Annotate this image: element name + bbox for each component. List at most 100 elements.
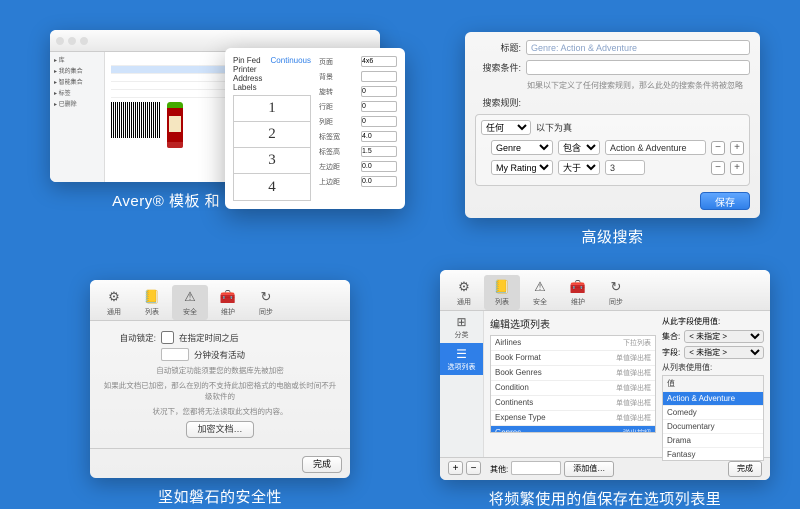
- field-select[interactable]: < 未指定 >: [684, 346, 764, 359]
- field-type: 单值弹出框: [616, 383, 651, 393]
- field-type: 下拉列表: [623, 338, 651, 348]
- rule-op-select[interactable]: 大于: [558, 160, 600, 175]
- label-cell: 4: [234, 174, 310, 200]
- value-row[interactable]: Fantasy: [663, 448, 763, 462]
- autolock-minutes-label: 分钟没有活动: [194, 349, 245, 361]
- popover-title: Pin Fed Printer Address Labels: [233, 56, 271, 92]
- popover-mode[interactable]: Continuous: [271, 56, 311, 92]
- field-name: Continents: [495, 398, 533, 408]
- subnav-选项列表[interactable]: ☰选项列表: [440, 343, 483, 375]
- tab-label: 通用: [107, 307, 121, 317]
- search-title-field[interactable]: Genre: Action & Adventure: [526, 40, 750, 55]
- field-name: Book Genres: [495, 368, 542, 378]
- value-row[interactable]: Comedy: [663, 406, 763, 420]
- value-row[interactable]: Drama: [663, 434, 763, 448]
- prefs-tab-列表[interactable]: 📒列表: [484, 275, 520, 310]
- field-row[interactable]: Book Format单值弹出框: [491, 351, 655, 366]
- tab-label: 安全: [533, 297, 547, 307]
- field-row[interactable]: Expense Type单值弹出框: [491, 411, 655, 426]
- done-button[interactable]: 完成: [302, 456, 342, 473]
- autolock-checkbox[interactable]: [161, 331, 174, 344]
- rule-op-select[interactable]: 包含: [558, 140, 600, 155]
- tab-icon: 🧰: [569, 278, 587, 296]
- value-row[interactable]: Action & Adventure: [663, 392, 763, 406]
- prop-input[interactable]: [361, 161, 397, 172]
- prop-label: 标签高: [319, 147, 340, 157]
- other-field[interactable]: [511, 461, 561, 475]
- prefs-tab-维护[interactable]: 🧰维护: [210, 285, 246, 320]
- prefs-tab-安全[interactable]: ⚠安全: [172, 285, 208, 320]
- prop-label: 标签宽: [319, 132, 340, 142]
- field-name: Genres: [495, 428, 521, 433]
- label-sheet-preview: 1 2 3 4: [233, 95, 311, 201]
- remove-rule-button[interactable]: −: [711, 141, 725, 155]
- field-row[interactable]: Genres 弹出按钮: [491, 426, 655, 433]
- tab-icon: 📒: [143, 288, 161, 306]
- field-row[interactable]: Continents单值弹出框: [491, 396, 655, 411]
- caption: 坚如磐石的安全性: [90, 486, 350, 507]
- rule-value-field[interactable]: Action & Adventure: [605, 140, 706, 155]
- tab-icon: ↻: [257, 288, 275, 306]
- tab-icon: ⚠: [181, 288, 199, 306]
- field-type: 单值弹出框: [616, 413, 651, 423]
- tab-icon: ⚙: [455, 278, 473, 296]
- title-label: 标题:: [475, 41, 521, 54]
- prop-input[interactable]: [361, 71, 397, 82]
- rule-value-field[interactable]: 3: [605, 160, 645, 175]
- match-suffix: 以下为真: [536, 121, 572, 134]
- prefs-tab-安全[interactable]: ⚠安全: [522, 275, 558, 310]
- prefs-tab-同步[interactable]: ↻同步: [248, 285, 284, 320]
- autolock-minutes-field[interactable]: [161, 348, 189, 361]
- conditions-hint: 如果以下定义了任何搜索规则，那么此处的搜索条件将被忽略: [527, 80, 750, 91]
- remove-rule-button[interactable]: −: [711, 161, 725, 175]
- prop-input[interactable]: [361, 116, 397, 127]
- collection-label: 集合:: [662, 331, 680, 342]
- add-value-button[interactable]: 添加值…: [564, 461, 614, 477]
- add-rule-button[interactable]: +: [730, 161, 744, 175]
- field-type: 弹出按钮: [623, 428, 651, 433]
- prop-input[interactable]: [361, 101, 397, 112]
- prop-input[interactable]: [361, 146, 397, 157]
- subnav-分类[interactable]: ⊞分类: [440, 311, 483, 343]
- prop-label: 页面: [319, 57, 333, 67]
- autolock-hint: 自动锁定功能须要您的数据库先被加密: [102, 365, 338, 376]
- collection-select[interactable]: < 未指定 >: [684, 330, 764, 343]
- label-cell: 2: [234, 122, 310, 148]
- match-scope-select[interactable]: 任何: [481, 120, 531, 135]
- search-conditions-field[interactable]: [526, 60, 750, 75]
- rule-field-select[interactable]: Genre: [491, 140, 553, 155]
- add-rule-button[interactable]: +: [730, 141, 744, 155]
- field-row[interactable]: Condition单值弹出框: [491, 381, 655, 396]
- tab-icon: 📒: [493, 278, 511, 296]
- prefs-tab-通用[interactable]: ⚙通用: [96, 285, 132, 320]
- encrypt-document-button[interactable]: 加密文档…: [186, 421, 253, 438]
- tab-icon: ⚠: [531, 278, 549, 296]
- field-row[interactable]: Airlines下拉列表: [491, 336, 655, 351]
- prop-input[interactable]: [361, 56, 397, 67]
- field-row[interactable]: Book Genres 单值弹出框: [491, 366, 655, 381]
- panel-heading: 编辑选项列表: [490, 316, 656, 331]
- field-type: 单值弹出框: [616, 368, 651, 378]
- nav-icon: ☰: [456, 347, 467, 361]
- value-row[interactable]: Documentary: [663, 420, 763, 434]
- prop-input[interactable]: [361, 176, 397, 187]
- option-list-fields[interactable]: Airlines下拉列表Book Format单值弹出框 Book Genres 单…: [490, 335, 656, 433]
- autolock-after-label: 在指定时间之后: [179, 332, 239, 344]
- remove-button[interactable]: −: [466, 461, 481, 475]
- save-button[interactable]: 保存: [700, 192, 750, 210]
- done-button[interactable]: 完成: [728, 461, 762, 477]
- nav-label: 分类: [455, 330, 469, 340]
- add-button[interactable]: +: [448, 461, 463, 475]
- option-values-list[interactable]: 值 Action & AdventureComedyDocumentaryDra…: [662, 375, 764, 461]
- prefs-tab-同步[interactable]: ↻同步: [598, 275, 634, 310]
- prefs-tab-通用[interactable]: ⚙通用: [446, 275, 482, 310]
- prefs-tab-列表[interactable]: 📒列表: [134, 285, 170, 320]
- encrypt-hint: 如果此文档已加密，那么在别的不支持此加密格式的电脑或长时间不升级软件的: [102, 380, 338, 402]
- prop-input[interactable]: [361, 86, 397, 97]
- rule-field-select[interactable]: My Rating: [491, 160, 553, 175]
- prefs-tab-维护[interactable]: 🧰维护: [560, 275, 596, 310]
- tab-label: 维护: [221, 307, 235, 317]
- prop-label: 左边距: [319, 162, 340, 172]
- tab-icon: ⚙: [105, 288, 123, 306]
- prop-input[interactable]: [361, 131, 397, 142]
